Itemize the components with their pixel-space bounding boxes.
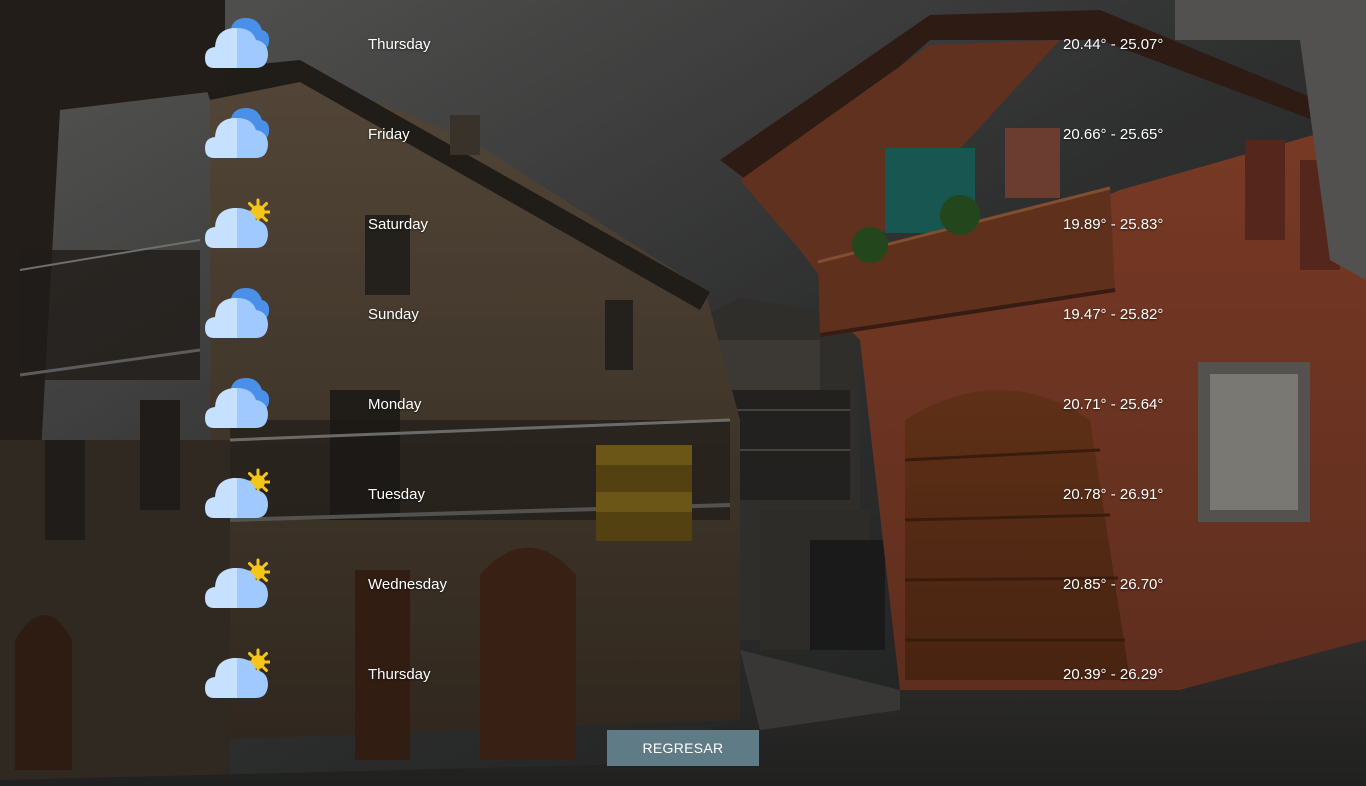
cloudy-icon — [204, 280, 270, 340]
forecast-temperature-range: 20.66° - 25.65° — [1063, 126, 1164, 143]
forecast-row: Thursday 20.39° - 26.29° — [0, 630, 1366, 720]
forecast-row: Tuesday 20.78° - 26.91° — [0, 450, 1366, 540]
forecast-temperature-range: 20.78° - 26.91° — [1063, 486, 1164, 503]
forecast-temperature-range: 20.71° - 25.64° — [1063, 396, 1164, 413]
forecast-temperature-range: 20.85° - 26.70° — [1063, 576, 1164, 593]
partly-cloudy-icon — [204, 640, 272, 700]
partly-cloudy-icon — [204, 460, 272, 520]
weather-forecast-screen: Thursday 20.44° - 25.07° Friday 20.66° - 25… — [0, 0, 1366, 786]
forecast-day: Thursday — [368, 36, 431, 53]
cloudy-icon — [204, 370, 270, 430]
forecast-row: Friday 20.66° - 25.65° — [0, 90, 1366, 180]
forecast-day: Friday — [368, 126, 410, 143]
back-button[interactable]: REGRESAR — [607, 730, 759, 766]
forecast-temperature-range: 19.89° - 25.83° — [1063, 216, 1164, 233]
forecast-day: Saturday — [368, 216, 429, 233]
forecast-row: Monday 20.71° - 25.64° — [0, 360, 1366, 450]
forecast-day: Thursday — [368, 666, 431, 683]
forecast-day: Sunday — [368, 306, 419, 323]
partly-cloudy-icon — [204, 550, 272, 610]
cloudy-icon — [204, 10, 270, 70]
forecast-day: Tuesday — [368, 486, 425, 503]
forecast-row: Sunday 19.47° - 25.82° — [0, 270, 1366, 360]
forecast-day: Wednesday — [368, 576, 447, 593]
forecast-temperature-range: 20.44° - 25.07° — [1063, 36, 1164, 53]
forecast-row: Wednesday 20.85° - 26.70° — [0, 540, 1366, 630]
forecast-day: Monday — [368, 396, 422, 413]
forecast-temperature-range: 19.47° - 25.82° — [1063, 306, 1164, 323]
forecast-row: Thursday 20.44° - 25.07° — [0, 0, 1366, 90]
partly-cloudy-icon — [204, 190, 272, 250]
cloudy-icon — [204, 100, 270, 160]
forecast-row: Saturday 19.89° - 25.83° — [0, 180, 1366, 270]
forecast-temperature-range: 20.39° - 26.29° — [1063, 666, 1164, 683]
